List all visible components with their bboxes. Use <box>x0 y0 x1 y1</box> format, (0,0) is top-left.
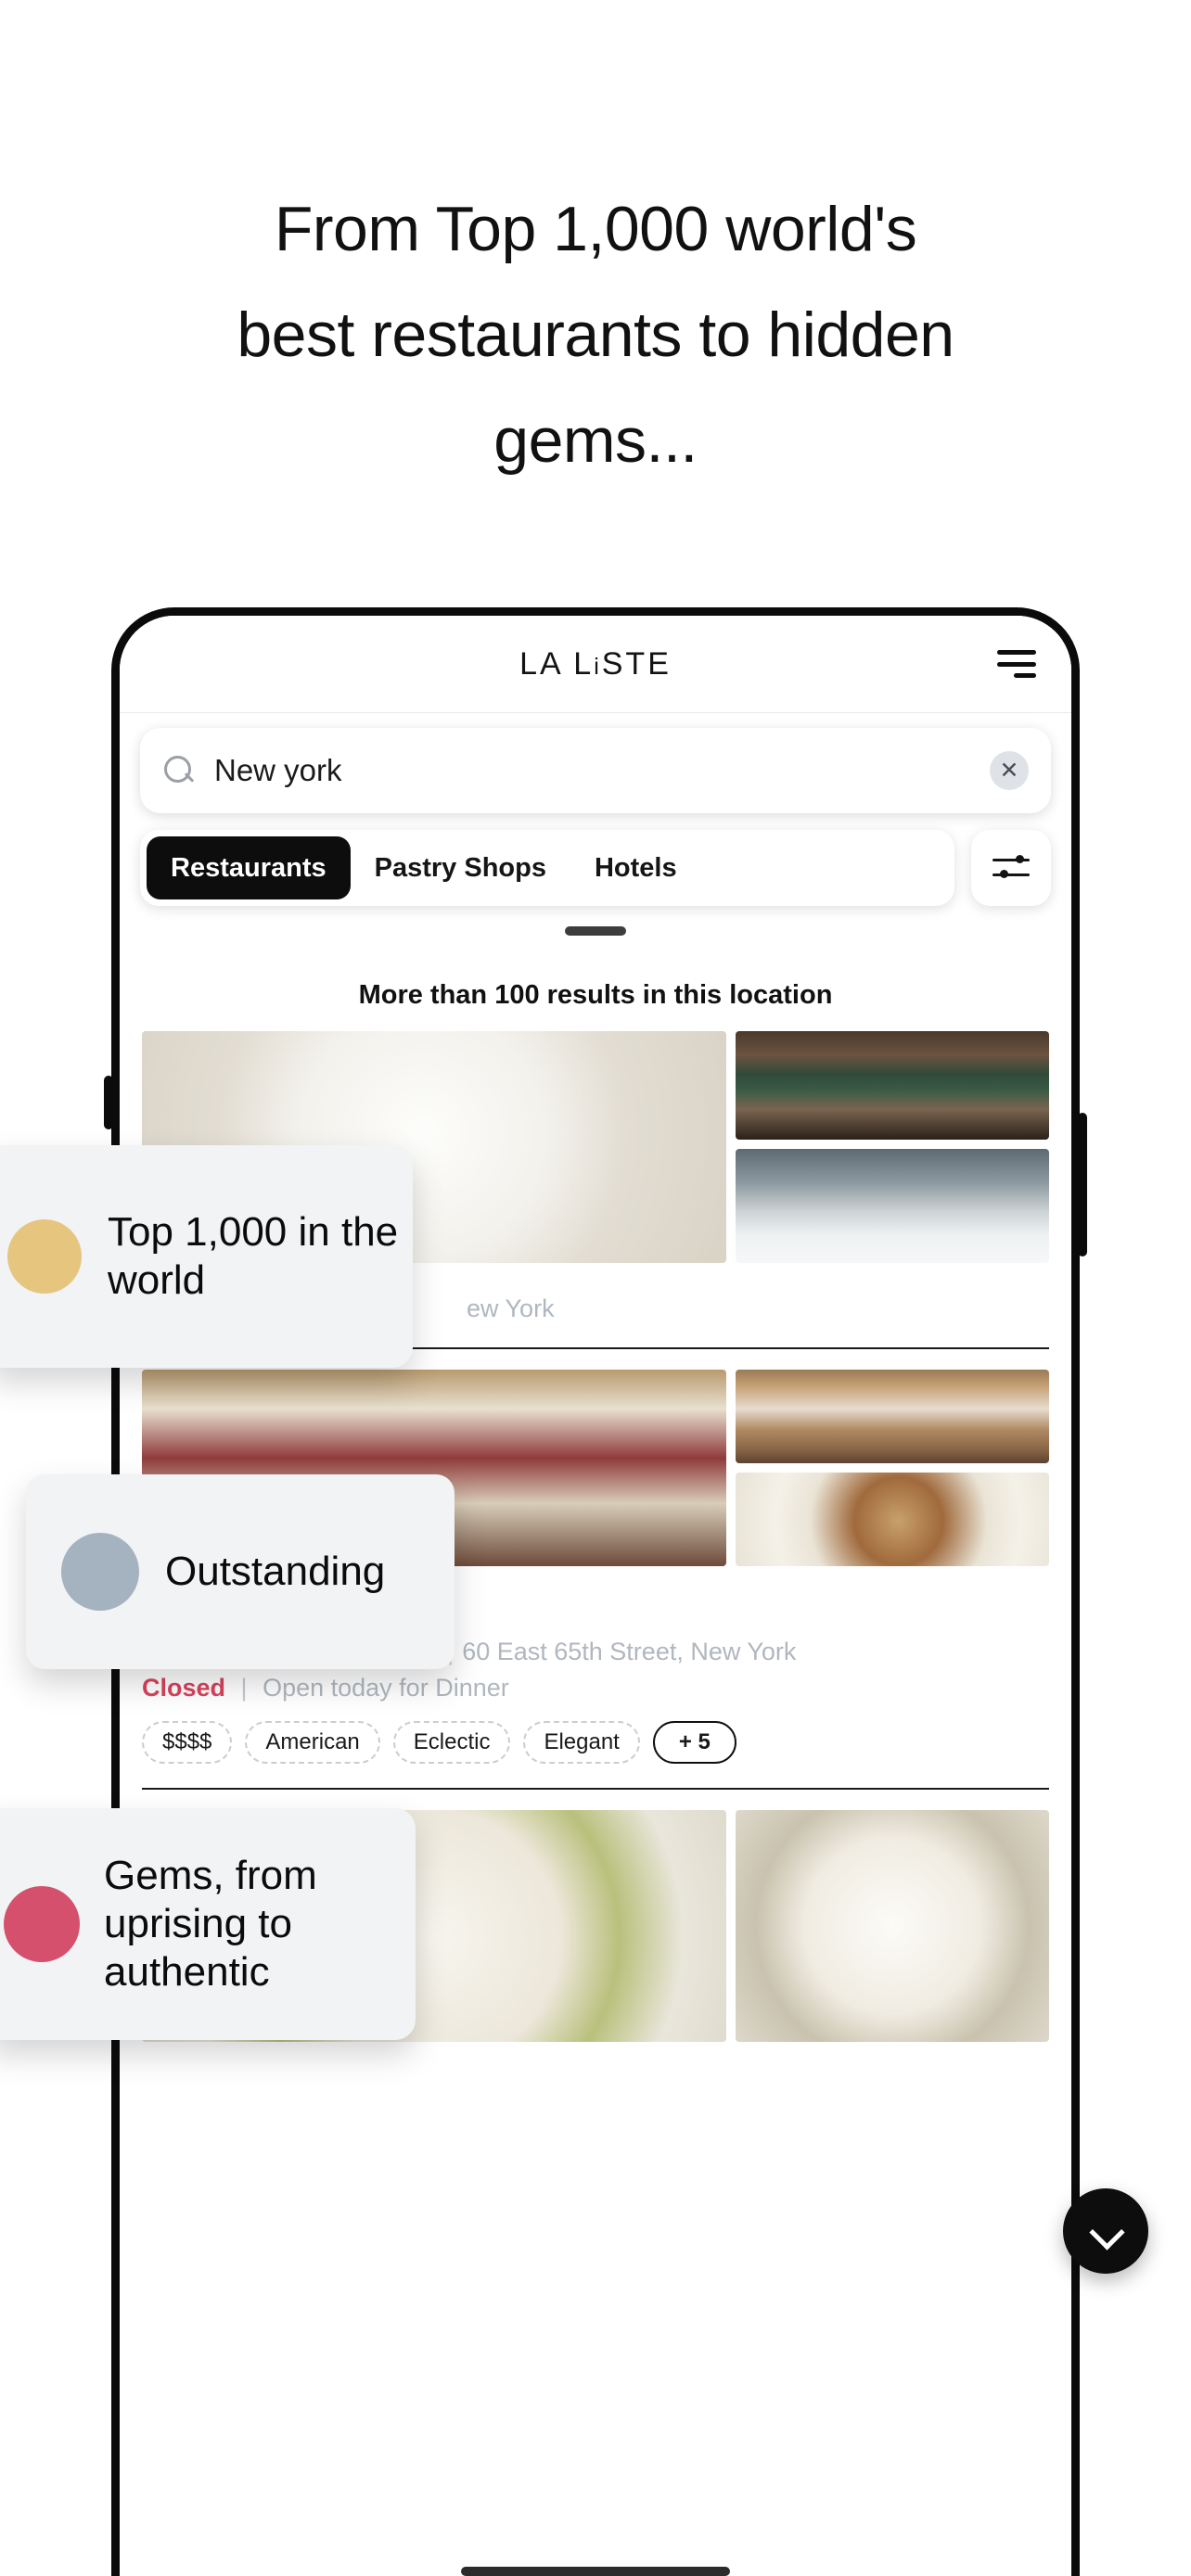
sheet-drag-handle[interactable] <box>565 926 626 936</box>
phone-power-button <box>1078 1113 1087 1256</box>
app-logo: LA LiSTE <box>519 646 672 682</box>
result-photo-thumb[interactable] <box>736 1031 1049 1140</box>
tab-restaurants[interactable]: Restaurants <box>147 836 351 899</box>
tag-price[interactable]: $$$$ <box>142 1721 233 1764</box>
result-photo-column <box>736 1370 1049 1566</box>
scroll-down-button[interactable] <box>1063 2188 1148 2274</box>
tag-cuisine-american[interactable]: American <box>245 1721 380 1764</box>
callout-color-dot-gold <box>7 1219 82 1294</box>
search-bar[interactable]: New york ✕ <box>140 728 1051 813</box>
callout-top-1000: Top 1,000 in the world <box>0 1145 413 1368</box>
menu-bar-3 <box>1014 673 1036 678</box>
search-input[interactable]: New york <box>214 753 990 788</box>
result-photo-thumb[interactable] <box>736 1473 1049 1566</box>
category-tabs-row: Restaurants Pastry Shops Hotels <box>120 813 1071 906</box>
tag-style-elegant[interactable]: Elegant <box>523 1721 640 1764</box>
result-photo-column <box>736 1810 1049 2042</box>
menu-bar-1 <box>997 650 1036 655</box>
search-icon <box>162 754 196 787</box>
filter-sliders-icon <box>992 853 1030 883</box>
headline-line-2: best restaurants to hidden <box>237 300 954 370</box>
opening-note: Open today for Dinner <box>263 1674 509 1702</box>
restaurant-address: 60 East 65th Street, New York <box>462 1638 797 1665</box>
tag-cuisine-eclectic[interactable]: Eclectic <box>392 1721 511 1764</box>
callout-outstanding: Outstanding <box>26 1474 455 1669</box>
callout-gems: Gems, from uprising to authentic <box>0 1808 416 2040</box>
search-section: New york ✕ <box>120 713 1071 813</box>
menu-bar-2 <box>997 661 1036 667</box>
clear-search-button[interactable]: ✕ <box>990 751 1029 790</box>
headline-line-3: gems... <box>493 405 698 476</box>
headline-line-1: From Top 1,000 world's <box>274 194 917 264</box>
home-indicator <box>461 2567 730 2576</box>
chevron-down-icon <box>1092 2217 1120 2245</box>
hamburger-menu-icon[interactable] <box>997 650 1036 678</box>
page-title: From Top 1,000 world's best restaurants … <box>0 176 1191 493</box>
app-header: LA LiSTE <box>120 616 1071 713</box>
result-divider <box>142 1788 1049 1790</box>
callout-label: Outstanding <box>165 1549 386 1595</box>
callout-color-dot-grey <box>61 1533 139 1611</box>
tab-pastry-shops[interactable]: Pastry Shops <box>351 836 570 899</box>
result-photo-thumb[interactable] <box>736 1370 1049 1463</box>
filter-button[interactable] <box>971 830 1051 906</box>
result-photo-column <box>736 1031 1049 1263</box>
result-photo-thumb[interactable] <box>736 1149 1049 1263</box>
callout-label: Top 1,000 in the world <box>108 1209 399 1303</box>
restaurant-status: Closed | Open today for Dinner <box>142 1674 1049 1702</box>
category-tabs: Restaurants Pastry Shops Hotels <box>140 830 954 906</box>
callout-color-dot-pink <box>4 1886 80 1962</box>
callout-label: Gems, from uprising to authentic <box>104 1853 317 1995</box>
tags-more-button[interactable]: + 5 <box>652 1721 736 1764</box>
logo-part-i: i <box>594 653 602 680</box>
status-badge: Closed <box>142 1674 226 1702</box>
phone-mute-switch <box>104 1076 113 1129</box>
result-photo-thumb[interactable] <box>736 1810 1049 2042</box>
restaurant-tags: $$$$ American Eclectic Elegant + 5 <box>142 1721 1049 1764</box>
tab-hotels[interactable]: Hotels <box>570 836 701 899</box>
logo-part-la: LA L <box>519 645 595 682</box>
results-count-label: More than 100 results in this location <box>358 980 833 1010</box>
logo-part-ste: STE <box>601 645 672 682</box>
status-separator: | <box>240 1674 248 1702</box>
marketing-screenshot: From Top 1,000 world's best restaurants … <box>0 0 1191 2576</box>
